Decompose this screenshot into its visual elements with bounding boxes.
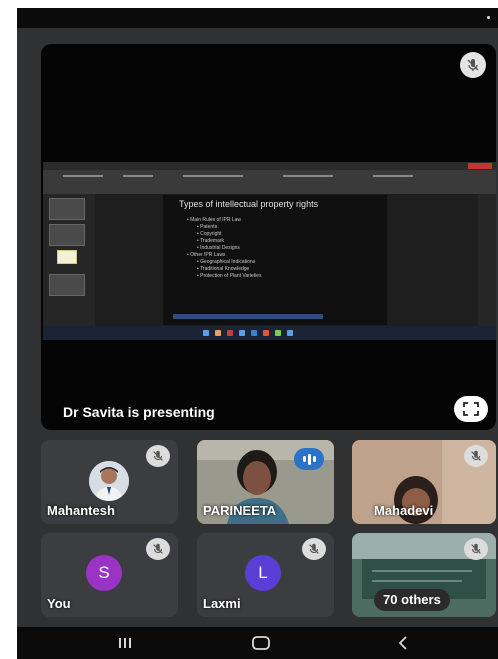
slide-body: • Main Rules of IPR Law • Patents • Copy… [187, 217, 261, 280]
participant-photo [89, 461, 129, 501]
avatar: L [245, 555, 281, 591]
avatar: S [86, 555, 122, 591]
mic-off-icon [302, 538, 326, 560]
participant-name: Mahadevi [374, 503, 434, 518]
record-indicator [468, 163, 492, 169]
status-bar [17, 8, 498, 28]
mic-off-icon [146, 445, 170, 467]
mic-off-icon [464, 538, 488, 560]
phone-screen: Types of intellectual property rights • … [17, 8, 498, 659]
app-ribbon [43, 170, 496, 194]
slide-thumbnail [49, 274, 85, 296]
back-icon [398, 636, 407, 650]
mic-off-icon [464, 445, 488, 467]
slide-line: • Geographical Indications [197, 259, 256, 265]
slide-line: • Main Rules of IPR Law [187, 217, 241, 223]
slide-footer-bar [173, 314, 323, 319]
app-titlebar [43, 162, 496, 170]
slide-line: • Traditional Knowledge [197, 266, 250, 272]
slide-canvas: Types of intellectual property rights • … [163, 195, 387, 325]
slide-line: • Patents [197, 224, 218, 230]
slide-thumbnail [57, 250, 77, 264]
slide-line: • Protection of Plant Varieties [197, 273, 262, 279]
slide-thumbnail [49, 198, 85, 220]
presenter-label: Dr Savita is presenting [63, 404, 215, 420]
shared-screen: Types of intellectual property rights • … [43, 162, 496, 340]
recents-icon [119, 638, 131, 648]
participant-tile-mahantesh[interactable]: Mahantesh [41, 440, 178, 524]
slide-line: • Other IPR Laws [187, 252, 226, 258]
participant-tile-parineeta[interactable]: PARINEETA [197, 440, 334, 524]
recents-button[interactable] [105, 627, 145, 659]
others-count-badge[interactable]: 70 others [374, 589, 450, 611]
slide-line: • Copyright [197, 231, 222, 237]
fullscreen-icon [463, 402, 479, 416]
mic-off-icon [146, 538, 170, 560]
participant-tile-laxmi[interactable]: L Laxmi [197, 533, 334, 617]
system-nav-bar [17, 627, 498, 659]
participant-name: Mahantesh [47, 503, 115, 518]
status-dot-icon [487, 16, 490, 19]
participant-name: PARINEETA [203, 503, 277, 518]
slide-thumbnail [49, 224, 85, 246]
participant-name: You [47, 596, 71, 611]
slide-line: • Trademark [197, 238, 225, 244]
back-button[interactable] [383, 627, 423, 659]
speaking-indicator-icon [294, 448, 324, 470]
fullscreen-button[interactable] [454, 396, 488, 422]
windows-taskbar [43, 326, 496, 340]
presentation-tile[interactable]: Types of intellectual property rights • … [41, 44, 496, 430]
notes-pane [478, 194, 496, 326]
participant-tile-you[interactable]: S You [41, 533, 178, 617]
participant-name: Laxmi [203, 596, 241, 611]
participant-tile-others[interactable]: 70 others [352, 533, 496, 617]
home-button[interactable] [241, 627, 281, 659]
home-icon [252, 636, 270, 650]
slide-thumbnails [43, 194, 95, 326]
slide-line: • Industrial Designs [197, 245, 240, 251]
slide-title: Types of intellectual property rights [179, 199, 319, 209]
participant-tile-mahadevi[interactable]: Mahadevi [352, 440, 496, 524]
mic-off-icon[interactable] [460, 52, 486, 78]
